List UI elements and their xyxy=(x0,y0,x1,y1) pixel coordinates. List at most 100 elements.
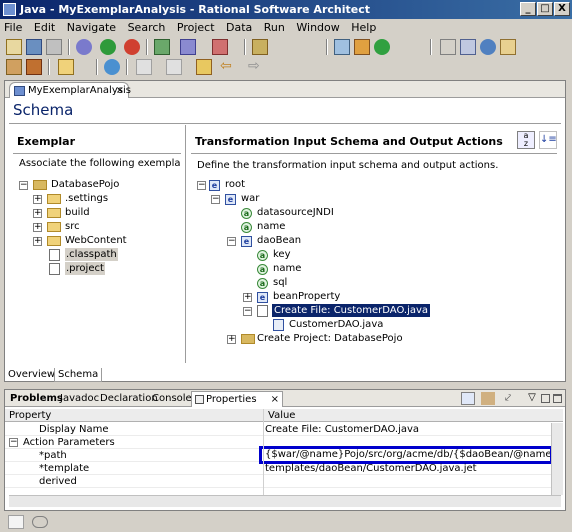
exemplar-description: Associate the following exemplar artifac xyxy=(19,158,181,169)
horizontal-scrollbar[interactable] xyxy=(9,495,561,507)
maximize-view-icon[interactable] xyxy=(553,394,562,403)
table-row[interactable]: *template templates/daoBean/CustomerDAO.… xyxy=(5,462,563,475)
tree-node-war[interactable]: war xyxy=(241,192,259,205)
col-value[interactable]: Value xyxy=(263,409,295,422)
column-divider[interactable] xyxy=(263,409,264,495)
table-row[interactable]: *path {$war/@name}Pojo/src/org/acme/db/{… xyxy=(5,446,563,464)
collapse-icon[interactable]: − xyxy=(197,181,206,190)
task-icon[interactable] xyxy=(6,59,22,75)
view-menu-icon[interactable]: ▽ xyxy=(525,392,539,405)
refresh-icon[interactable] xyxy=(374,39,390,55)
open-folder-icon[interactable] xyxy=(58,59,74,75)
modeling-icon[interactable] xyxy=(354,39,370,55)
minimize-view-icon[interactable] xyxy=(541,394,550,403)
tree-item-databasepojo[interactable]: DatabasePojo xyxy=(51,178,119,191)
external-tools-icon[interactable] xyxy=(124,39,140,55)
table-row[interactable]: Display Name Create File: CustomerDAO.ja… xyxy=(5,423,563,436)
save-icon[interactable] xyxy=(26,39,42,55)
sort-alpha-icon[interactable]: az xyxy=(517,131,535,149)
minimize-button[interactable]: _ xyxy=(520,2,536,16)
last-edit-icon[interactable] xyxy=(196,59,212,75)
tree-node-customerdao-java[interactable]: CustomerDAO.java xyxy=(289,318,383,331)
tree-item-project[interactable]: .project xyxy=(65,262,105,275)
menu-search[interactable]: Search xyxy=(124,21,170,34)
collapse-icon[interactable]: − xyxy=(243,307,252,316)
tree-node-sql[interactable]: sql xyxy=(273,276,287,289)
tree-node-create-project[interactable]: Create Project: DatabasePojo xyxy=(257,332,403,345)
filter-icon[interactable] xyxy=(481,392,495,405)
tree-item-settings[interactable]: .settings xyxy=(65,192,108,205)
tree-item-build[interactable]: build xyxy=(65,206,90,219)
properties-close-icon[interactable]: × xyxy=(271,392,279,407)
property-value[interactable]: Create File: CustomerDAO.java xyxy=(265,423,419,436)
editor-tab-close-icon[interactable]: × xyxy=(116,83,124,98)
categories-icon[interactable] xyxy=(461,392,475,405)
tab-javadoc[interactable]: Javadoc xyxy=(57,391,102,407)
property-value[interactable]: templates/daoBean/CustomerDAO.java.jet xyxy=(265,462,477,475)
tab-properties[interactable]: Properties × xyxy=(191,391,283,407)
perspective-modeling-icon[interactable] xyxy=(460,39,476,55)
menu-project[interactable]: Project xyxy=(173,21,219,34)
restore-default-icon[interactable]: ⤦ xyxy=(501,392,515,405)
new-package-icon[interactable] xyxy=(212,39,228,55)
open-type-icon[interactable] xyxy=(252,39,268,55)
create-project-icon xyxy=(241,334,255,344)
open-perspective-icon[interactable] xyxy=(334,39,350,55)
tree-node-beanproperty[interactable]: beanProperty xyxy=(273,290,340,303)
perspective-resource-icon[interactable] xyxy=(500,39,516,55)
menu-run[interactable]: Run xyxy=(260,21,289,34)
collapse-all-icon[interactable]: ↓≡ xyxy=(539,131,557,149)
expand-icon[interactable]: + xyxy=(243,293,252,302)
print-icon[interactable] xyxy=(46,39,62,55)
tree-item-webcontent[interactable]: WebContent xyxy=(65,234,127,247)
tree-item-classpath[interactable]: .classpath xyxy=(65,248,118,261)
tree-item-src[interactable]: src xyxy=(65,220,80,233)
expand-icon[interactable]: + xyxy=(33,195,42,204)
pencil-icon[interactable] xyxy=(26,59,42,75)
new-java-project-icon[interactable] xyxy=(154,39,170,55)
prev-annotation-icon[interactable] xyxy=(166,59,182,75)
table-row[interactable]: derived xyxy=(5,475,563,488)
tab-schema[interactable]: Schema xyxy=(54,368,103,382)
perspective-web-icon[interactable] xyxy=(480,39,496,55)
collapse-icon[interactable]: − xyxy=(227,237,236,246)
expand-icon[interactable]: + xyxy=(33,223,42,232)
forward-icon[interactable]: ⇨ xyxy=(248,59,264,75)
expand-icon[interactable]: + xyxy=(227,335,236,344)
tree-node-daobean[interactable]: daoBean xyxy=(257,234,301,247)
link-icon[interactable] xyxy=(32,516,48,528)
expand-icon[interactable]: + xyxy=(33,209,42,218)
expand-icon[interactable]: + xyxy=(33,237,42,246)
globe-icon[interactable] xyxy=(104,59,120,75)
menu-edit[interactable]: Edit xyxy=(30,21,59,34)
tree-node-create-file[interactable]: Create File: CustomerDAO.java xyxy=(272,304,431,317)
maximize-button[interactable]: □ xyxy=(537,2,553,16)
menu-file[interactable]: File xyxy=(0,21,26,34)
tab-console[interactable]: Console xyxy=(149,391,195,407)
menu-navigate[interactable]: Navigate xyxy=(63,21,120,34)
tree-node-datasourcejndi[interactable]: datasourceJNDI xyxy=(257,206,334,219)
vertical-scrollbar[interactable] xyxy=(551,423,563,495)
back-icon[interactable]: ⇦ xyxy=(220,59,236,75)
menu-window[interactable]: Window xyxy=(292,21,343,34)
tree-node-name[interactable]: name xyxy=(257,220,285,233)
editor-tab[interactable]: MyExemplarAnalysis × xyxy=(9,82,131,98)
collapse-icon[interactable]: − xyxy=(211,195,220,204)
next-annotation-icon[interactable] xyxy=(136,59,152,75)
run-icon[interactable] xyxy=(100,39,116,55)
new-class-icon[interactable] xyxy=(180,39,196,55)
debug-icon[interactable] xyxy=(76,39,92,55)
tree-node-root[interactable]: root xyxy=(225,178,245,191)
pane-divider[interactable] xyxy=(185,125,186,363)
menu-data[interactable]: Data xyxy=(222,21,256,34)
col-property[interactable]: Property xyxy=(5,409,263,422)
perspective-java-icon[interactable] xyxy=(440,39,456,55)
tree-node-name[interactable]: name xyxy=(273,262,301,275)
close-button[interactable]: X xyxy=(554,2,570,16)
collapse-icon[interactable]: − xyxy=(19,181,28,190)
tree-node-key[interactable]: key xyxy=(273,248,291,261)
fast-view-icon[interactable] xyxy=(8,515,24,529)
tab-overview[interactable]: Overview xyxy=(8,368,55,381)
menu-help[interactable]: Help xyxy=(347,21,380,34)
new-icon[interactable] xyxy=(6,39,22,55)
